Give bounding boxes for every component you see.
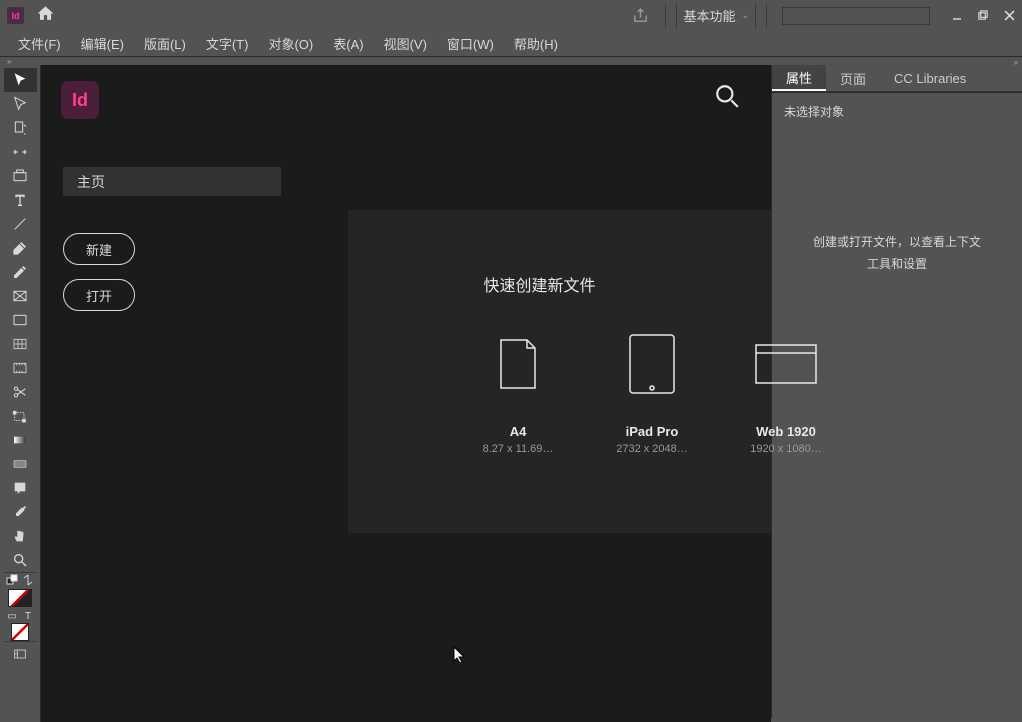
line-tool[interactable]: [4, 212, 37, 236]
formatting-container-icon[interactable]: ▭: [5, 609, 19, 623]
note-tool[interactable]: [4, 476, 37, 500]
free-transform-tool[interactable]: [4, 404, 37, 428]
presets-row: A4 8.27 x 11.69… iPad Pro 2732 x 2048… W…: [478, 332, 826, 455]
panel-collapse-left[interactable]: »: [0, 57, 1022, 65]
preset-a4[interactable]: A4 8.27 x 11.69…: [478, 332, 558, 455]
pencil-tool[interactable]: [4, 260, 37, 284]
grid-tool[interactable]: [4, 332, 37, 356]
pen-tool[interactable]: [4, 236, 37, 260]
panel-collapse-right[interactable]: »: [1014, 58, 1018, 67]
content-collector-tool[interactable]: [4, 164, 37, 188]
preset-name-label: iPad Pro: [626, 424, 679, 439]
home-icon[interactable]: [36, 4, 55, 28]
panel-tabs: 属性 页面 CC Libraries: [772, 65, 1022, 92]
document-area: Id 主页 新建 打开 快速创建新文件 A4 8.27 x 11.69…: [41, 65, 771, 722]
workspace-label: 基本功能: [683, 6, 735, 25]
apply-none-swatch[interactable]: [11, 623, 29, 641]
home-page-tab[interactable]: 主页: [63, 167, 281, 196]
preset-ipad-pro[interactable]: iPad Pro 2732 x 2048…: [612, 332, 692, 455]
rectangle-tool[interactable]: [4, 308, 37, 332]
page-tool[interactable]: [4, 116, 37, 140]
app-icon: Id: [7, 7, 24, 24]
fill-stroke-default-icon[interactable]: [5, 573, 19, 587]
maximize-button[interactable]: [970, 5, 996, 27]
zoom-tool[interactable]: [4, 548, 37, 572]
menu-file[interactable]: 文件(F): [8, 31, 71, 56]
cursor-icon: [453, 646, 467, 664]
ruler-tool[interactable]: [4, 356, 37, 380]
hand-tool[interactable]: [4, 524, 37, 548]
preset-name-label: Web 1920: [756, 424, 816, 439]
preset-dims-label: 1920 x 1080…: [750, 443, 822, 455]
tablet-icon: [620, 332, 684, 396]
menubar: 文件(F) 编辑(E) 版面(L) 文字(T) 对象(O) 表(A) 视图(V)…: [0, 31, 1022, 57]
chevron-down-icon: ⌄: [741, 10, 749, 21]
preset-name-label: A4: [510, 424, 527, 439]
menu-table[interactable]: 表(A): [323, 31, 373, 56]
gradient-feather-tool[interactable]: [4, 452, 37, 476]
gap-tool[interactable]: [4, 140, 37, 164]
document-icon: [486, 332, 550, 396]
tool-panel: ▭ T: [0, 65, 41, 722]
share-icon[interactable]: [625, 1, 655, 31]
workspace-switcher[interactable]: 基本功能 ⌄: [676, 4, 756, 28]
minimize-button[interactable]: [944, 5, 970, 27]
indesign-badge: Id: [61, 81, 99, 119]
new-button[interactable]: 新建: [63, 233, 135, 265]
formatting-text-icon[interactable]: T: [21, 609, 35, 623]
preset-web-1920[interactable]: Web 1920 1920 x 1080…: [746, 332, 826, 455]
menu-layout[interactable]: 版面(L): [134, 31, 196, 56]
preset-dims-label: 2732 x 2048…: [616, 443, 688, 455]
quick-create-panel: 快速创建新文件 A4 8.27 x 11.69… iPad Pro 2732 x…: [348, 210, 771, 533]
preset-dims-label: 8.27 x 11.69…: [483, 443, 554, 455]
menu-view[interactable]: 视图(V): [374, 31, 437, 56]
gradient-swatch-tool[interactable]: [4, 428, 37, 452]
home-page-label: 主页: [77, 172, 105, 192]
quick-create-title: 快速创建新文件: [348, 272, 731, 296]
menu-window[interactable]: 窗口(W): [437, 31, 504, 56]
search-icon[interactable]: [714, 83, 746, 115]
eyedropper-tool[interactable]: [4, 500, 37, 524]
no-selection-label: 未选择对象: [784, 103, 1010, 120]
screen-mode-tool[interactable]: [4, 642, 37, 666]
rectangle-frame-tool[interactable]: [4, 284, 37, 308]
close-button[interactable]: [996, 5, 1022, 27]
menu-edit[interactable]: 编辑(E): [71, 31, 134, 56]
browser-icon: [754, 332, 818, 396]
menu-object[interactable]: 对象(O): [258, 31, 323, 56]
type-tool[interactable]: [4, 188, 37, 212]
tab-properties[interactable]: 属性: [772, 65, 826, 91]
panel-hint: 创建或打开文件，以查看上下文 工具和设置: [784, 232, 1010, 275]
search-input[interactable]: [782, 7, 930, 25]
swap-fill-stroke-icon[interactable]: [21, 573, 35, 587]
open-button[interactable]: 打开: [63, 279, 135, 311]
menu-type[interactable]: 文字(T): [196, 31, 259, 56]
fill-stroke-swatch[interactable]: [8, 589, 32, 607]
tab-pages[interactable]: 页面: [826, 65, 880, 91]
tab-cc-libraries[interactable]: CC Libraries: [880, 65, 980, 91]
selection-tool[interactable]: [4, 68, 37, 92]
titlebar: Id 基本功能 ⌄: [0, 0, 1022, 31]
direct-selection-tool[interactable]: [4, 92, 37, 116]
scissors-tool[interactable]: [4, 380, 37, 404]
menu-help[interactable]: 帮助(H): [504, 31, 568, 56]
